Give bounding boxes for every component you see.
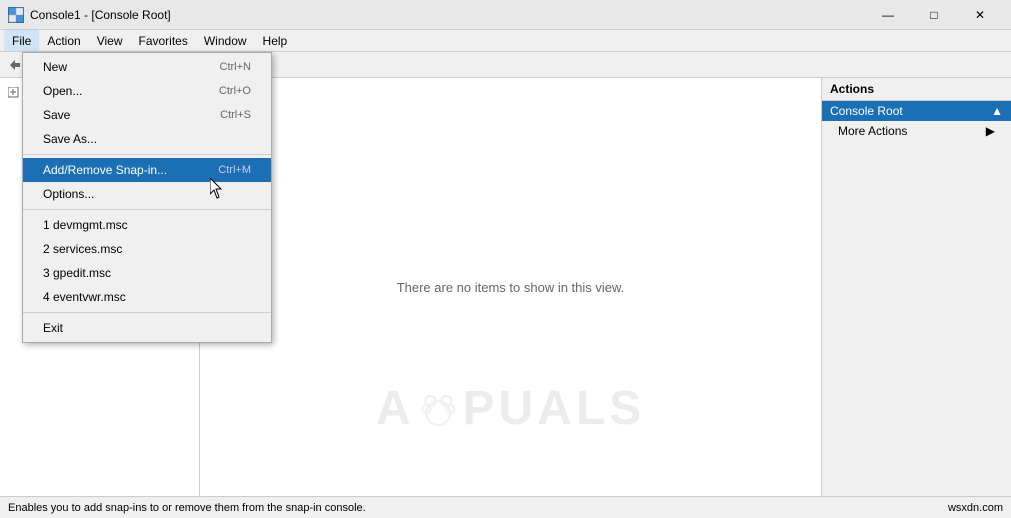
menu-recent-4[interactable]: 4 eventvwr.msc [23, 285, 271, 309]
menu-recent-1[interactable]: 1 devmgmt.msc [23, 213, 271, 237]
actions-header: Actions [822, 78, 1011, 101]
menu-save-as[interactable]: Save As... [23, 127, 271, 151]
menu-options[interactable]: Options... [23, 182, 271, 206]
menu-new-shortcut: Ctrl+N [220, 61, 251, 73]
menu-exit-label: Exit [43, 321, 251, 335]
watermark-text2: PUALS [462, 381, 645, 436]
menu-save-as-label: Save As... [43, 132, 251, 146]
menu-add-remove[interactable]: Add/Remove Snap-in... Ctrl+M [23, 158, 271, 182]
menu-recent-4-label: 4 eventvwr.msc [43, 290, 251, 304]
menu-recent-1-label: 1 devmgmt.msc [43, 218, 251, 232]
menu-recent-2-label: 2 services.msc [43, 242, 251, 256]
menu-exit[interactable]: Exit [23, 316, 271, 340]
menu-new-label: New [43, 60, 220, 74]
menu-item-help[interactable]: Help [255, 30, 296, 51]
menu-add-remove-shortcut: Ctrl+M [218, 164, 251, 176]
file-dropdown-menu: New Ctrl+N Open... Ctrl+O Save Ctrl+S Sa… [22, 52, 272, 343]
menu-item-window[interactable]: Window [196, 30, 255, 51]
watermark: A PUALS [376, 381, 645, 436]
status-message: Enables you to add snap-ins to or remove… [8, 502, 366, 514]
menu-recent-2[interactable]: 2 services.msc [23, 237, 271, 261]
menu-item-file[interactable]: File [4, 30, 39, 51]
actions-section-header[interactable]: Console Root ▲ [822, 101, 1011, 121]
minimize-button[interactable]: — [865, 0, 911, 30]
menu-save[interactable]: Save Ctrl+S [23, 103, 271, 127]
menu-recent-3-label: 3 gpedit.msc [43, 266, 251, 280]
right-panel: Actions Console Root ▲ More Actions ▶ [821, 78, 1011, 496]
menu-save-label: Save [43, 108, 220, 122]
menu-bar: File Action View Favorites Window Help [0, 30, 1011, 52]
actions-section-label: Console Root [830, 104, 903, 118]
menu-options-label: Options... [43, 187, 251, 201]
more-actions-label: More Actions [838, 124, 907, 138]
expand-icon [8, 87, 20, 99]
menu-item-favorites[interactable]: Favorites [131, 30, 196, 51]
watermark-paw-icon [418, 389, 458, 429]
actions-section-chevron-icon: ▲ [991, 104, 1003, 118]
brand-label: wsxdn.com [948, 502, 1003, 514]
window-title: Console1 - [Console Root] [30, 8, 171, 22]
menu-open-shortcut: Ctrl+O [219, 85, 251, 97]
title-bar-controls: — □ ✕ [865, 0, 1003, 30]
menu-item-action[interactable]: Action [39, 30, 88, 51]
menu-item-view[interactable]: View [89, 30, 131, 51]
center-panel: There are no items to show in this view.… [200, 78, 821, 496]
separator-3 [23, 312, 271, 313]
empty-state-text: There are no items to show in this view. [397, 280, 625, 295]
watermark-text: A [376, 381, 415, 436]
menu-add-remove-label: Add/Remove Snap-in... [43, 163, 218, 177]
title-bar: Console1 - [Console Root] — □ ✕ [0, 0, 1011, 30]
app-icon [8, 7, 24, 23]
menu-save-shortcut: Ctrl+S [220, 109, 251, 121]
close-button[interactable]: ✕ [957, 0, 1003, 30]
separator-1 [23, 154, 271, 155]
maximize-button[interactable]: □ [911, 0, 957, 30]
more-actions-arrow-icon: ▶ [986, 124, 995, 138]
more-actions-item[interactable]: More Actions ▶ [822, 121, 1011, 141]
menu-recent-3[interactable]: 3 gpedit.msc [23, 261, 271, 285]
status-bar: Enables you to add snap-ins to or remove… [0, 496, 1011, 518]
separator-2 [23, 209, 271, 210]
menu-open-label: Open... [43, 84, 219, 98]
title-bar-left: Console1 - [Console Root] [8, 7, 171, 23]
menu-open[interactable]: Open... Ctrl+O [23, 79, 271, 103]
menu-new[interactable]: New Ctrl+N [23, 55, 271, 79]
